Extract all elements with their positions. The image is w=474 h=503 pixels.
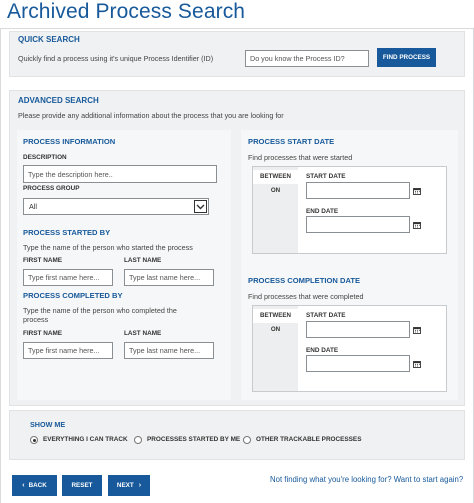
started-first-name-input[interactable] [23, 269, 113, 286]
completion-date-start-input[interactable] [306, 321, 410, 338]
advanced-search-heading: ADVANCED SEARCH [18, 96, 99, 105]
back-button[interactable]: ‹ BACK [12, 475, 57, 496]
chevron-down-icon [194, 200, 207, 213]
calendar-icon[interactable] [413, 187, 421, 195]
completion-date-range-tabs: BETWEEN ON [253, 306, 298, 391]
radio-started-by-me-label[interactable]: PROCESSES STARTED BY ME [147, 436, 240, 443]
radio-other-trackable[interactable] [243, 436, 251, 444]
radio-started-by-me[interactable] [134, 436, 142, 444]
process-group-select[interactable]: All [23, 198, 209, 215]
chevron-left-icon: ‹ [22, 482, 25, 489]
completed-last-name-input[interactable] [124, 342, 214, 359]
completion-date-end-label: END DATE [306, 347, 339, 354]
process-id-input[interactable] [245, 50, 369, 67]
radio-other-trackable-label[interactable]: OTHER TRACKABLE PROCESSES [256, 436, 361, 443]
start-date-range-tabs: BETWEEN ON [253, 167, 298, 253]
radio-everything-label[interactable]: EVERYTHING I CAN TRACK [43, 436, 128, 443]
start-date-range-box: BETWEEN ON [252, 166, 447, 254]
process-completion-date-heading: PROCESS COMPLETION DATE [248, 276, 361, 285]
back-button-label: BACK [28, 482, 47, 489]
calendar-icon[interactable] [413, 326, 421, 334]
radio-everything[interactable] [30, 436, 38, 444]
completion-date-end-input[interactable] [306, 355, 410, 372]
page-title: Archived Process Search [7, 0, 246, 23]
completed-first-name-input[interactable] [23, 342, 113, 359]
completion-date-start-label: START DATE [306, 312, 346, 319]
completion-date-tab-on[interactable]: ON [253, 323, 298, 337]
show-me-panel [9, 410, 465, 460]
next-button-label: NEXT [116, 482, 134, 489]
description-input[interactable] [23, 165, 217, 183]
process-started-by-heading: PROCESS STARTED BY [23, 228, 111, 237]
process-information-heading: PROCESS INFORMATION [23, 137, 116, 146]
find-process-button[interactable]: FIND PROCESS [377, 48, 436, 67]
completion-date-range-box: BETWEEN ON [252, 305, 447, 392]
process-group-label: PROCESS GROUP [23, 185, 80, 192]
start-date-end-input[interactable] [306, 216, 410, 233]
calendar-icon[interactable] [413, 221, 421, 229]
start-date-start-input[interactable] [306, 182, 410, 199]
started-last-name-label: LAST NAME [124, 257, 162, 264]
show-me-heading: SHOW ME [30, 420, 66, 429]
process-completed-by-heading: PROCESS COMPLETED BY [23, 291, 123, 300]
next-button[interactable]: NEXT › [108, 475, 150, 496]
started-last-name-input[interactable] [124, 269, 214, 286]
reset-button[interactable]: RESET [62, 475, 102, 496]
advanced-search-description: Please provide any additional informatio… [18, 111, 284, 120]
description-label: DESCRIPTION [23, 154, 67, 161]
start-date-tab-on[interactable]: ON [253, 184, 298, 198]
completion-date-description: Find processes that were completed [248, 292, 364, 301]
completed-by-description-line2: process [23, 315, 49, 324]
process-start-date-heading: PROCESS START DATE [248, 137, 335, 146]
completed-first-name-label: FIRST NAME [23, 330, 63, 337]
completed-by-description-line1: Type the name of the person who complete… [23, 306, 177, 315]
quick-search-heading: QUICK SEARCH [18, 35, 80, 44]
started-by-description: Type the name of the person who started … [23, 243, 193, 252]
start-date-tab-between[interactable]: BETWEEN [253, 170, 298, 184]
quick-search-description: Quickly find a process using it's unique… [18, 54, 214, 63]
completed-last-name-label: LAST NAME [124, 330, 162, 337]
start-date-description: Find processes that were started [248, 153, 353, 162]
started-first-name-label: FIRST NAME [23, 257, 63, 264]
start-date-end-label: END DATE [306, 208, 339, 215]
calendar-icon[interactable] [413, 360, 421, 368]
chevron-right-icon: › [138, 482, 142, 489]
help-link[interactable]: Not finding what you're looking for? Wan… [270, 475, 463, 484]
completion-date-tab-between[interactable]: BETWEEN [253, 309, 298, 323]
start-date-start-label: START DATE [306, 173, 346, 180]
process-group-value: All [29, 202, 37, 211]
